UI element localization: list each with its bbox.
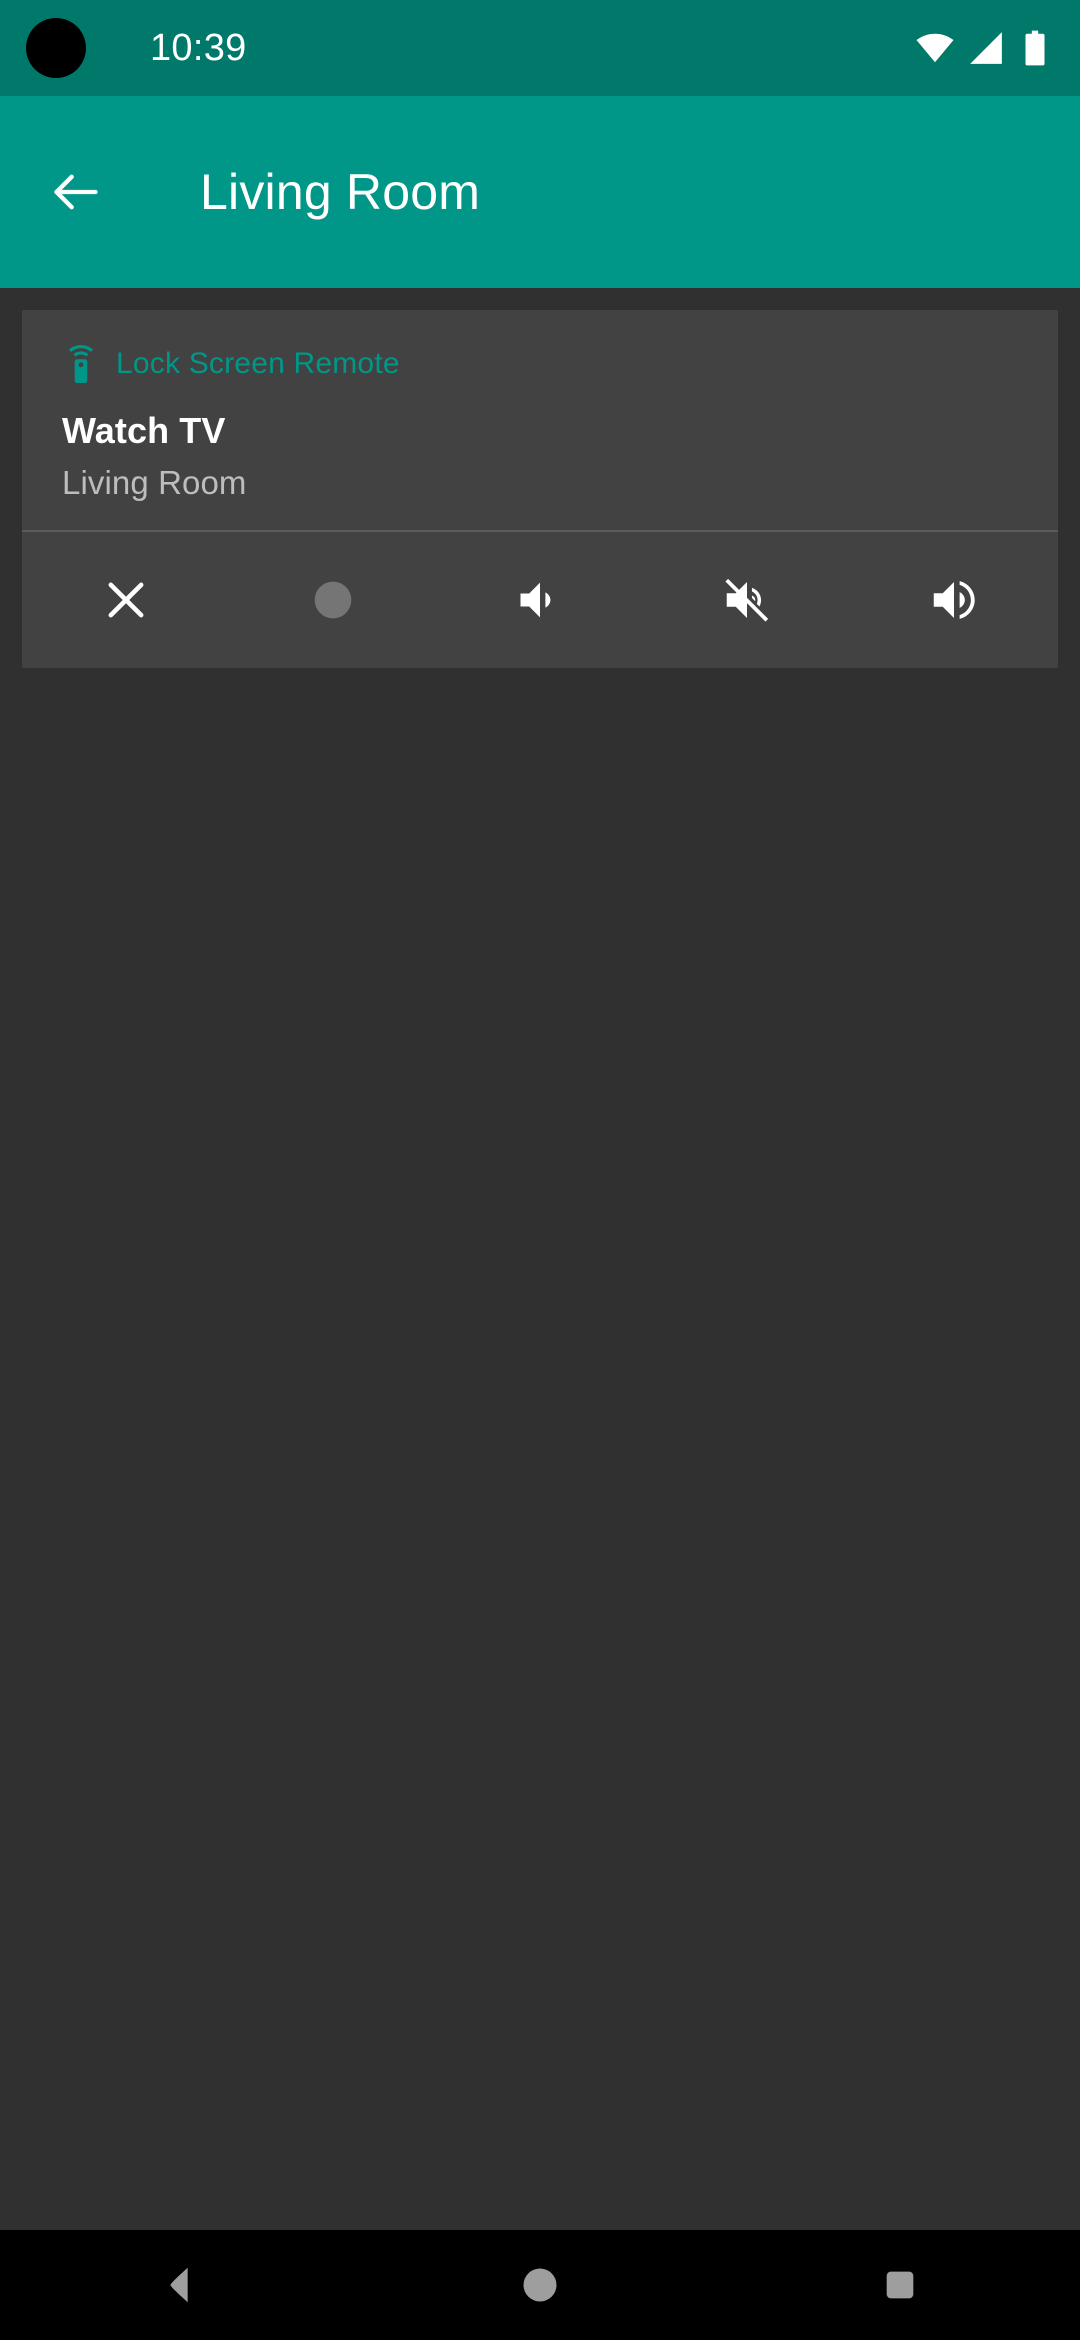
volume-down-icon <box>520 582 551 618</box>
square-recents-icon <box>886 2271 914 2299</box>
cellular-icon <box>967 29 1005 67</box>
phone-screen: 10:39 Living Room Lock Screen Remote Wat… <box>0 0 1080 2340</box>
back-button[interactable] <box>34 150 118 234</box>
camera-cutout <box>26 18 86 78</box>
close-icon <box>108 582 144 618</box>
triangle-back-icon <box>170 2267 188 2303</box>
circle-icon <box>314 581 352 619</box>
status-bar: 10:39 <box>0 0 1080 96</box>
system-navigation-bar <box>0 2230 1080 2340</box>
page-title: Living Room <box>200 164 481 220</box>
notification-subtitle: Living Room <box>62 464 247 501</box>
status-bar-clock: 10:39 <box>150 26 247 69</box>
nav-home-button[interactable] <box>360 2230 720 2340</box>
circle-home-icon <box>523 2268 557 2302</box>
volume-mute-button[interactable] <box>644 532 851 668</box>
settings-remote-icon <box>62 345 100 383</box>
arrow-back-icon <box>54 174 98 210</box>
nav-recents-button[interactable] <box>720 2230 1080 2340</box>
close-button[interactable] <box>22 532 229 668</box>
notification-app-name: Lock Screen Remote <box>116 347 400 380</box>
volume-down-button[interactable] <box>436 532 643 668</box>
wifi-icon <box>916 29 954 67</box>
battery-icon <box>1018 29 1052 67</box>
notification-actions <box>22 532 1058 668</box>
notification-content[interactable]: Lock Screen Remote Watch TV Living Room <box>22 310 1058 530</box>
notification-app-line: Lock Screen Remote <box>62 340 1018 388</box>
power-button[interactable] <box>229 532 436 668</box>
app-bar: Living Room <box>0 96 1080 288</box>
nav-back-button[interactable] <box>0 2230 360 2340</box>
volume-up-button[interactable] <box>851 532 1058 668</box>
volume-off-icon <box>725 578 769 622</box>
volume-up-icon <box>934 581 976 619</box>
status-bar-icons <box>916 0 1052 96</box>
notification-card[interactable]: Lock Screen Remote Watch TV Living Room <box>22 310 1058 668</box>
notification-title: Watch TV <box>62 410 226 451</box>
